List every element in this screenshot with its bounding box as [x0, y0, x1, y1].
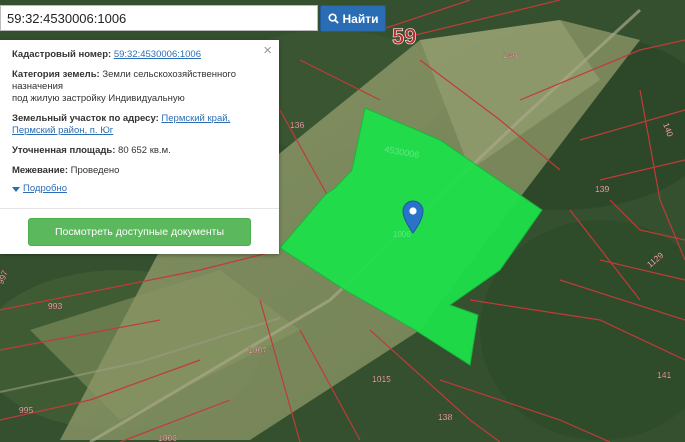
- quarter-label: 59: [392, 24, 416, 49]
- cadastral-row: Кадастровый номер: 59:32:4530006:1006: [12, 49, 267, 61]
- caret-down-icon: [12, 186, 20, 192]
- area-row: Уточненная площадь: 80 652 кв.м.: [12, 145, 267, 157]
- address-link-region[interactable]: Пермский край,: [161, 113, 230, 124]
- survey-row: Межевание: Проведено: [12, 165, 267, 177]
- search-button-label: Найти: [342, 11, 379, 26]
- lot-label-141: 141: [657, 370, 671, 380]
- details-link[interactable]: Подробно: [23, 183, 67, 195]
- parcel-info-popup: × Кадастровый номер: 59:32:4530006:1006 …: [0, 40, 279, 254]
- lot-label-1007: 1007: [248, 345, 267, 355]
- survey-value: Проведено: [70, 165, 120, 176]
- lot-label-136: 136: [290, 120, 304, 130]
- area-label: Уточненная площадь:: [12, 145, 116, 156]
- lot-label-1006: 1006: [158, 433, 177, 442]
- lot-label-146: 146: [503, 50, 517, 60]
- search-icon: [327, 13, 339, 24]
- search-input[interactable]: [0, 5, 318, 31]
- cadastral-link[interactable]: 59:32:4530006:1006: [114, 49, 201, 60]
- lot-label-995: 995: [19, 405, 33, 415]
- category-row: Категория земель: Земли сельскохозяйстве…: [12, 69, 267, 105]
- lot-label-139: 139: [595, 184, 609, 194]
- category-label: Категория земель:: [12, 69, 100, 80]
- details-toggle[interactable]: Подробно: [12, 183, 267, 195]
- address-row: Земельный участок по адресу: Пермский кр…: [12, 113, 267, 137]
- close-icon[interactable]: ×: [263, 43, 272, 59]
- lot-label-1015: 1015: [372, 374, 391, 384]
- survey-label: Межевание:: [12, 165, 68, 176]
- lot-label-138: 138: [438, 412, 452, 422]
- popup-divider: [0, 208, 279, 209]
- area-value: 80 652 кв.м.: [118, 145, 171, 156]
- address-link-locality[interactable]: Пермский район, п. Юг: [12, 125, 113, 136]
- search-button[interactable]: Найти: [320, 5, 386, 32]
- cadastral-label: Кадастровый номер:: [12, 49, 112, 60]
- parcel-number: 1006: [393, 230, 411, 239]
- lot-label-993: 993: [48, 301, 62, 311]
- address-label: Земельный участок по адресу:: [12, 113, 159, 124]
- usage-value: под жилую застройку Индивидуальную: [12, 93, 185, 104]
- view-documents-button[interactable]: Посмотреть доступные документы: [28, 218, 251, 246]
